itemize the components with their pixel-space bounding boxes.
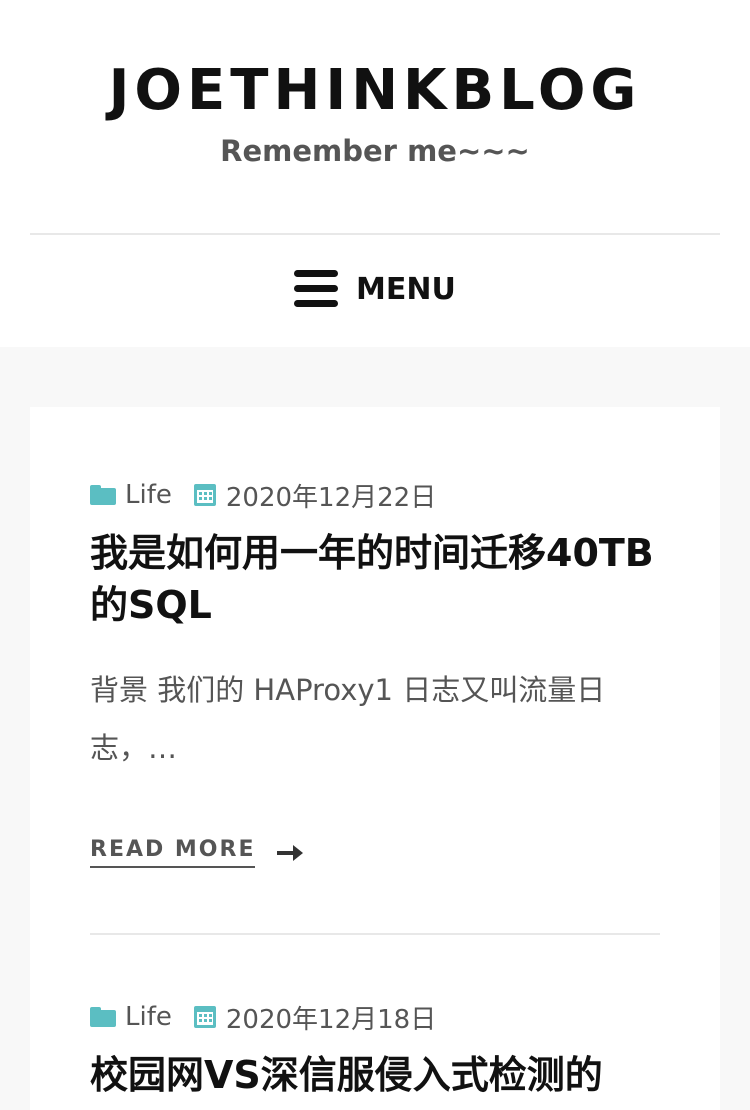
post-list: Life 2020年12月22日 我是如何用一年的时间迁移40TB的SQL 背景… <box>30 407 720 1110</box>
calendar-icon <box>193 484 216 506</box>
post-meta: Life 2020年12月22日 <box>90 477 660 513</box>
header-divider <box>30 233 720 235</box>
arrow-right-icon <box>277 844 304 861</box>
post-meta: Life 2020年12月18日 <box>90 999 660 1035</box>
post-date-link[interactable]: 2020年12月22日 <box>226 477 436 514</box>
post-category-link[interactable]: Life <box>125 480 172 510</box>
post-card: Life 2020年12月22日 我是如何用一年的时间迁移40TB的SQL 背景… <box>90 477 660 868</box>
menu-label: MENU <box>356 271 456 307</box>
post-date-link[interactable]: 2020年12月18日 <box>226 999 436 1036</box>
menu-toggle-button[interactable]: MENU <box>294 268 456 310</box>
post-title-link[interactable]: 我是如何用一年的时间迁移40TB的SQL <box>90 527 660 631</box>
post-title-link[interactable]: 校园网VS深信服侵入式检测的 <box>90 1049 660 1101</box>
post-card: Life 2020年12月18日 校园网VS深信服侵入式检测的 <box>90 999 660 1101</box>
post-excerpt: 背景 我们的 HAProxy1 日志又叫流量日志，… <box>90 673 606 765</box>
post-divider <box>90 933 660 935</box>
site-description: Remember me~~~ <box>220 134 530 168</box>
site-header: JOETHINKBLOG Remember me~~~ MENU <box>0 0 750 347</box>
calendar-icon <box>193 1006 216 1028</box>
read-more-link[interactable]: READ MORE <box>90 837 660 868</box>
post-category-link[interactable]: Life <box>125 1002 172 1032</box>
folder-icon <box>90 1007 116 1027</box>
site-title[interactable]: JOETHINKBLOG <box>0 58 750 123</box>
folder-icon <box>90 485 116 505</box>
read-more-label: READ MORE <box>90 837 256 868</box>
hamburger-icon <box>294 270 338 308</box>
